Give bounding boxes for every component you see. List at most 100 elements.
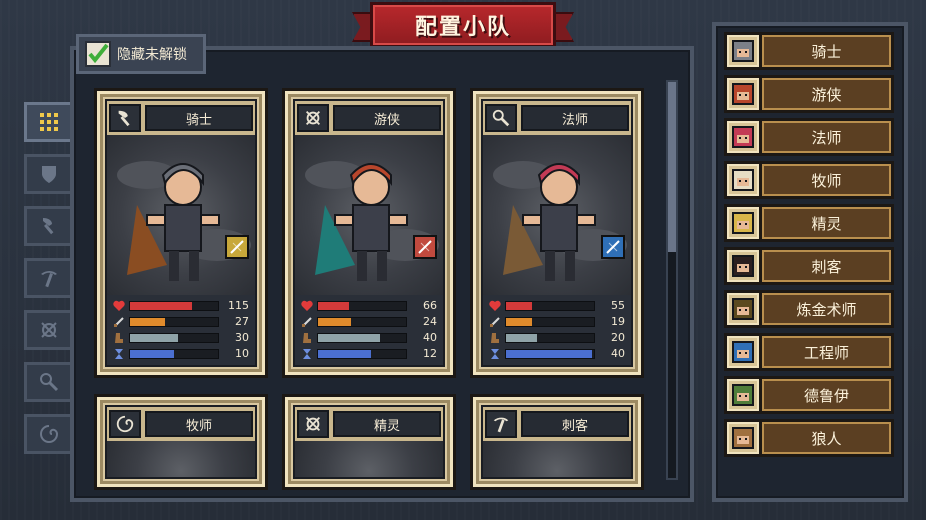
roster-item[interactable]: 炼金术师	[724, 290, 894, 328]
character-card-priest[interactable]: 牧师	[94, 394, 268, 490]
heart-icon	[113, 300, 125, 312]
alchemist-portrait	[724, 290, 762, 328]
stat-value: 20	[611, 331, 625, 344]
hide-locked-toggle[interactable]: 隐藏未解锁	[76, 34, 206, 74]
roster-label: 刺客	[762, 247, 894, 285]
stat-bar	[317, 332, 407, 343]
stat-speed: 40	[489, 347, 625, 360]
heart-icon	[301, 300, 313, 312]
tab-all[interactable]	[24, 102, 70, 142]
wand-icon	[39, 373, 58, 392]
stat-bar-fill	[130, 349, 174, 358]
stat-bar	[317, 348, 407, 359]
character-art	[305, 161, 439, 281]
roster-item[interactable]: 骑士	[724, 32, 894, 70]
stat-defense: 40	[301, 331, 437, 344]
hourglass-icon	[113, 348, 125, 360]
stat-bar	[317, 316, 407, 327]
stats: 55 19 20 40	[485, 297, 629, 363]
sword-icon	[489, 316, 501, 328]
stat-attack: 27	[113, 315, 249, 328]
stat-bar-fill	[318, 301, 349, 310]
roster-item[interactable]: 游侠	[724, 75, 894, 113]
character-name: 游侠	[333, 105, 441, 131]
scrollbar-thumb[interactable]	[668, 82, 676, 252]
pickaxe-icon	[485, 410, 517, 438]
roster-item[interactable]: 精灵	[724, 204, 894, 242]
stat-value: 55	[611, 299, 625, 312]
card-inner: 法师 55 19 20 40	[481, 99, 633, 367]
roster-item[interactable]: 刺客	[724, 247, 894, 285]
tab-magic[interactable]	[24, 362, 70, 402]
character-name: 精灵	[333, 411, 441, 437]
character-name: 法师	[521, 105, 629, 131]
stat-value: 40	[423, 331, 437, 344]
stat-value: 12	[423, 347, 437, 360]
roster-item[interactable]: 牧师	[724, 161, 894, 199]
boot-icon	[489, 332, 501, 344]
stat-bar-fill	[318, 349, 371, 358]
stat-bar-fill	[130, 301, 192, 310]
stat-bar-fill	[506, 301, 533, 310]
card-header: 游侠	[295, 101, 443, 135]
grid-icon	[39, 113, 58, 131]
stat-bar	[129, 300, 219, 311]
hourglass-icon	[301, 348, 313, 360]
knight-portrait	[724, 32, 762, 70]
roster-item[interactable]: 法师	[724, 118, 894, 156]
tab-melee[interactable]	[24, 206, 70, 246]
character-art	[493, 161, 627, 281]
stat-bar	[317, 300, 407, 311]
stat-hp: 55	[489, 299, 625, 312]
stat-value: 115	[228, 299, 249, 312]
card-header: 法师	[483, 101, 631, 135]
character-card-mage[interactable]: 法师 55 19 20 40	[470, 88, 644, 378]
stat-speed: 10	[113, 347, 249, 360]
card-header: 刺客	[483, 407, 631, 441]
roster-label: 精灵	[762, 204, 894, 242]
tab-bow[interactable]	[24, 310, 70, 350]
tab-tank[interactable]	[24, 154, 70, 194]
checkbox[interactable]	[85, 41, 111, 67]
character-art-frame	[483, 441, 631, 477]
axe-icon	[109, 104, 141, 132]
tab-ranged[interactable]	[24, 258, 70, 298]
stat-speed: 12	[301, 347, 437, 360]
character-name: 骑士	[145, 105, 253, 131]
stat-hp: 66	[301, 299, 437, 312]
stat-bar	[505, 348, 595, 359]
character-card-assassin[interactable]: 刺客	[470, 394, 644, 490]
stat-bar	[505, 300, 595, 311]
card-inner: 骑士 115 27 30 10	[105, 99, 257, 367]
roster-item[interactable]: 工程师	[724, 333, 894, 371]
roster-item[interactable]: 德鲁伊	[724, 376, 894, 414]
stat-bar	[129, 348, 219, 359]
roster-label: 游侠	[762, 75, 894, 113]
stat-value: 10	[235, 347, 249, 360]
shield-icon	[41, 166, 56, 183]
character-art-frame	[107, 135, 255, 295]
character-card-knight[interactable]: 骑士 115 27 30 10	[94, 88, 268, 378]
character-card-ranger[interactable]: 游侠 66 24 40 12	[282, 88, 456, 378]
stat-bar	[129, 332, 219, 343]
character-name: 牧师	[145, 411, 253, 437]
stat-bar-fill	[318, 317, 352, 326]
character-card-elf[interactable]: 精灵	[282, 394, 456, 490]
sword-icon	[113, 316, 125, 328]
roster-label: 法师	[762, 118, 894, 156]
character-art-frame	[295, 441, 443, 477]
stat-bar-fill	[130, 317, 166, 326]
card-header: 骑士	[107, 101, 255, 135]
checkmark-icon	[85, 41, 111, 67]
bow-icon	[297, 104, 329, 132]
bow-icon	[40, 322, 57, 338]
pickaxe-icon	[40, 271, 57, 288]
stat-value: 27	[235, 315, 249, 328]
sword-icon	[301, 316, 313, 328]
stats: 115 27 30 10	[109, 297, 253, 363]
roster-item[interactable]: 狼人	[724, 419, 894, 457]
character-name: 刺客	[521, 411, 629, 437]
boot-icon	[113, 332, 125, 344]
tab-support[interactable]	[24, 414, 70, 454]
stat-value: 66	[423, 299, 437, 312]
